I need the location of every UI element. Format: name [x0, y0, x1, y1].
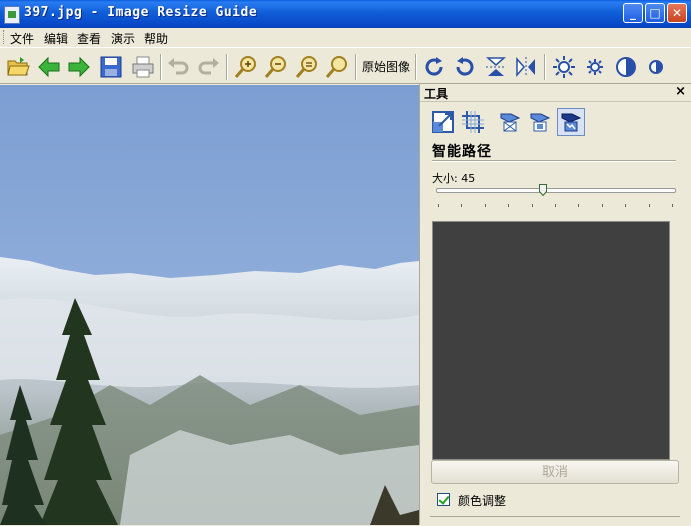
panel-title: 工具 [424, 87, 449, 101]
redo-icon[interactable] [196, 54, 222, 80]
menu-demo[interactable]: 演示 [111, 30, 135, 47]
menu-bar: 文件 编辑 查看 演示 帮助 [0, 28, 691, 46]
cancel-button[interactable]: 取消 [431, 460, 679, 484]
save-icon[interactable] [98, 54, 124, 80]
slider-tick [508, 204, 510, 207]
panel-close-icon[interactable]: × [675, 84, 686, 99]
open-folder-icon[interactable] [5, 54, 31, 80]
size-slider-thumb[interactable] [539, 184, 548, 196]
menu-help[interactable]: 帮助 [144, 30, 168, 47]
size-label: 大小: 45 [432, 172, 476, 185]
crop-tool-icon[interactable] [459, 108, 487, 136]
slider-tick [672, 204, 673, 207]
tools-panel: 工具 × 智能路径 大小: 45 取消 颜色调整 [419, 84, 691, 525]
menu-edit[interactable]: 编辑 [44, 30, 68, 47]
back-arrow-icon[interactable] [36, 54, 62, 80]
slider-tick [648, 204, 650, 207]
slider-tick [555, 204, 556, 207]
smart-scale-tool-icon[interactable] [496, 108, 524, 136]
forward-arrow-icon[interactable] [66, 54, 92, 80]
undo-icon[interactable] [165, 54, 191, 80]
rotate-cw-icon[interactable] [421, 54, 447, 80]
slider-tick [578, 204, 580, 207]
menu-file[interactable]: 文件 [10, 30, 34, 47]
zoom-fit-icon[interactable] [294, 54, 320, 80]
zoom-in-icon[interactable] [233, 54, 259, 80]
slider-tick [484, 204, 486, 207]
panel-header: 工具 × [420, 84, 691, 102]
title-bar: 397.jpg - Image Resize Guide _ □ ✕ [0, 0, 691, 28]
contrast-down-icon[interactable] [643, 54, 669, 80]
print-icon[interactable] [130, 54, 156, 80]
close-button[interactable]: ✕ [667, 3, 687, 23]
image-viewport[interactable] [0, 85, 419, 525]
size-slider[interactable] [436, 188, 676, 193]
rotate-ccw-icon[interactable] [452, 54, 478, 80]
menu-grip [3, 30, 6, 44]
slider-tick [625, 204, 627, 207]
color-adjust-label: 颜色调整 [458, 494, 507, 508]
menu-view[interactable]: 查看 [77, 30, 101, 47]
zoom-actual-icon[interactable] [324, 54, 350, 80]
smart-path-tool-icon[interactable] [557, 108, 585, 136]
zoom-out-icon[interactable] [263, 54, 289, 80]
slider-tick [438, 204, 439, 207]
section-title: 智能路径 [432, 144, 492, 160]
slider-tick [531, 204, 533, 207]
brightness-up-icon[interactable] [551, 54, 577, 80]
window-title: 397.jpg - Image Resize Guide [24, 5, 258, 20]
flip-vertical-icon[interactable] [483, 54, 509, 80]
toolbar: 原始图像 [0, 47, 691, 84]
original-image-button[interactable]: 原始图像 [362, 58, 410, 75]
contrast-up-icon[interactable] [613, 54, 639, 80]
slider-tick [601, 204, 603, 207]
resize-tool-icon[interactable] [429, 108, 457, 136]
color-adjust-checkbox[interactable] [437, 493, 450, 506]
preview-area [432, 221, 670, 460]
section-divider [432, 160, 676, 162]
landscape-image [0, 85, 419, 525]
smart-fill-tool-icon[interactable] [526, 108, 554, 136]
maximize-button[interactable]: □ [645, 3, 665, 23]
app-icon [4, 6, 20, 24]
slider-tick [461, 204, 463, 207]
minimize-button[interactable]: _ [623, 3, 643, 23]
flip-horizontal-icon[interactable] [513, 54, 539, 80]
brightness-down-icon[interactable] [582, 54, 608, 80]
